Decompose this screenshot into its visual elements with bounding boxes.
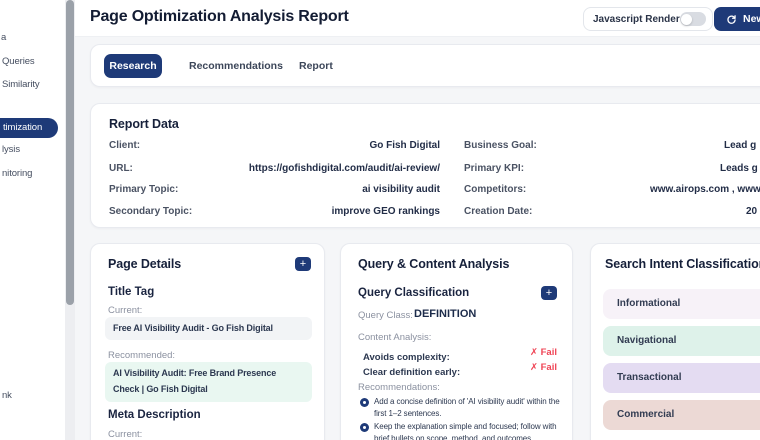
creation-date-value: 20 <box>746 206 758 217</box>
meta-description-heading: Meta Description <box>108 409 201 421</box>
title-tag-heading: Title Tag <box>108 286 155 298</box>
search-intent-title: Search Intent Classification <box>605 257 760 271</box>
page-details-add-button[interactable]: + <box>295 257 311 271</box>
javascript-render-toggle[interactable] <box>679 12 706 26</box>
primary-topic-value: ai visibility audit <box>362 184 440 195</box>
bullet-dot-icon <box>360 398 369 407</box>
meta-current-label: Current: <box>108 429 143 440</box>
competitors-label: Competitors: <box>464 184 527 195</box>
title-tag-current-label: Current: <box>108 305 143 316</box>
intent-row-navigational[interactable]: Navigational <box>603 326 760 356</box>
plus-icon: + <box>299 257 307 270</box>
sidebar-item-queries[interactable]: Queries <box>2 56 35 67</box>
recommendations-label: Recommendations: <box>358 382 440 393</box>
title-tag-recommended-label: Recommended: <box>108 350 176 361</box>
tab-recommendations[interactable]: Recommendations <box>189 45 283 88</box>
page-details-card: Page Details + Title Tag Current: Free A… <box>90 243 325 440</box>
app-screen: a Queries Similarity timization lysis ni… <box>0 0 760 440</box>
query-class-label: Query Class: <box>358 310 413 321</box>
fail-text: Fail <box>540 362 557 373</box>
tab-research[interactable]: Research <box>104 54 162 78</box>
new-analysis-button[interactable]: New <box>714 7 760 31</box>
creation-date-label: Creation Date: <box>464 206 533 217</box>
primary-kpi-label: Primary KPI: <box>464 163 525 174</box>
intent-row-informational[interactable]: Informational <box>603 289 760 319</box>
check-status: ✗ Fail <box>530 362 557 373</box>
tab-bar: Research Recommendations Report <box>90 44 760 87</box>
check-status: ✗ Fail <box>530 347 557 358</box>
page-details-title: Page Details <box>108 257 182 271</box>
page-title: Page Optimization Analysis Report <box>90 8 349 25</box>
title-tag-current-value: Free AI Visibility Audit - Go Fish Digit… <box>105 317 312 340</box>
scrollbar-track[interactable] <box>65 0 75 440</box>
fail-icon: ✗ <box>530 362 538 373</box>
business-goal-label: Business Goal: <box>464 140 537 151</box>
query-classification-add-button[interactable]: + <box>541 286 557 300</box>
plus-icon: + <box>545 286 553 299</box>
recommendation-item: Add a concise definition of 'AI visibili… <box>374 397 560 418</box>
query-analysis-title: Query & Content Analysis <box>358 257 510 271</box>
search-intent-card: Search Intent Classification Information… <box>590 243 760 440</box>
client-value: Go Fish Digital <box>369 140 440 151</box>
business-goal-value: Lead g <box>724 140 757 151</box>
new-button-label: New <box>743 13 760 25</box>
refresh-icon <box>727 14 736 24</box>
report-data-title: Report Data <box>109 117 179 131</box>
url-value: https://gofishdigital.com/audit/ai-revie… <box>248 163 440 174</box>
intent-row-transactional[interactable]: Transactional <box>603 363 760 393</box>
intent-row-commercial[interactable]: Commercial <box>603 400 760 430</box>
content-analysis-label: Content Analysis: <box>358 332 432 343</box>
fail-text: Fail <box>540 347 557 358</box>
toggle-knob <box>681 13 693 25</box>
sidebar-item-page-optimization[interactable]: timization <box>0 118 58 138</box>
query-class-value: DEFINITION <box>414 308 477 320</box>
check-label: Clear definition early: <box>363 367 461 378</box>
sidebar-item-analysis[interactable]: lysis <box>2 144 20 155</box>
tab-report[interactable]: Report <box>299 45 333 88</box>
query-classification-heading: Query Classification <box>358 287 470 299</box>
query-analysis-card: Query & Content Analysis Query Classific… <box>340 243 573 440</box>
secondary-topic-value: improve GEO rankings <box>331 206 440 217</box>
sidebar-item-data[interactable]: a <box>1 32 6 43</box>
recommendation-item: Keep the explanation simple and focused;… <box>374 422 557 440</box>
bullet-dot-icon <box>360 423 369 432</box>
scrollbar-thumb[interactable] <box>66 0 74 305</box>
primary-kpi-value: Leads g <box>720 163 758 174</box>
title-tag-recommended-value: AI Visibility Audit: Free Brand Presence… <box>105 362 312 402</box>
fail-icon: ✗ <box>530 347 538 358</box>
javascript-render-control[interactable]: Javascript Render <box>583 7 713 31</box>
report-data-card: Report Data Client: Go Fish Digital URL:… <box>90 103 760 228</box>
sidebar: a Queries Similarity timization lysis ni… <box>0 0 65 440</box>
competitors-value: www.airops.com , www.val <box>650 184 760 195</box>
check-row: Avoids complexity: ✗ Fail <box>363 347 557 363</box>
sidebar-item-link[interactable]: nk <box>2 390 12 401</box>
check-row: Clear definition early: ✗ Fail <box>363 362 557 378</box>
sidebar-item-monitoring[interactable]: nitoring <box>2 168 32 179</box>
sidebar-item-similarity[interactable]: Similarity <box>2 79 40 90</box>
javascript-render-label: Javascript Render <box>593 13 680 25</box>
